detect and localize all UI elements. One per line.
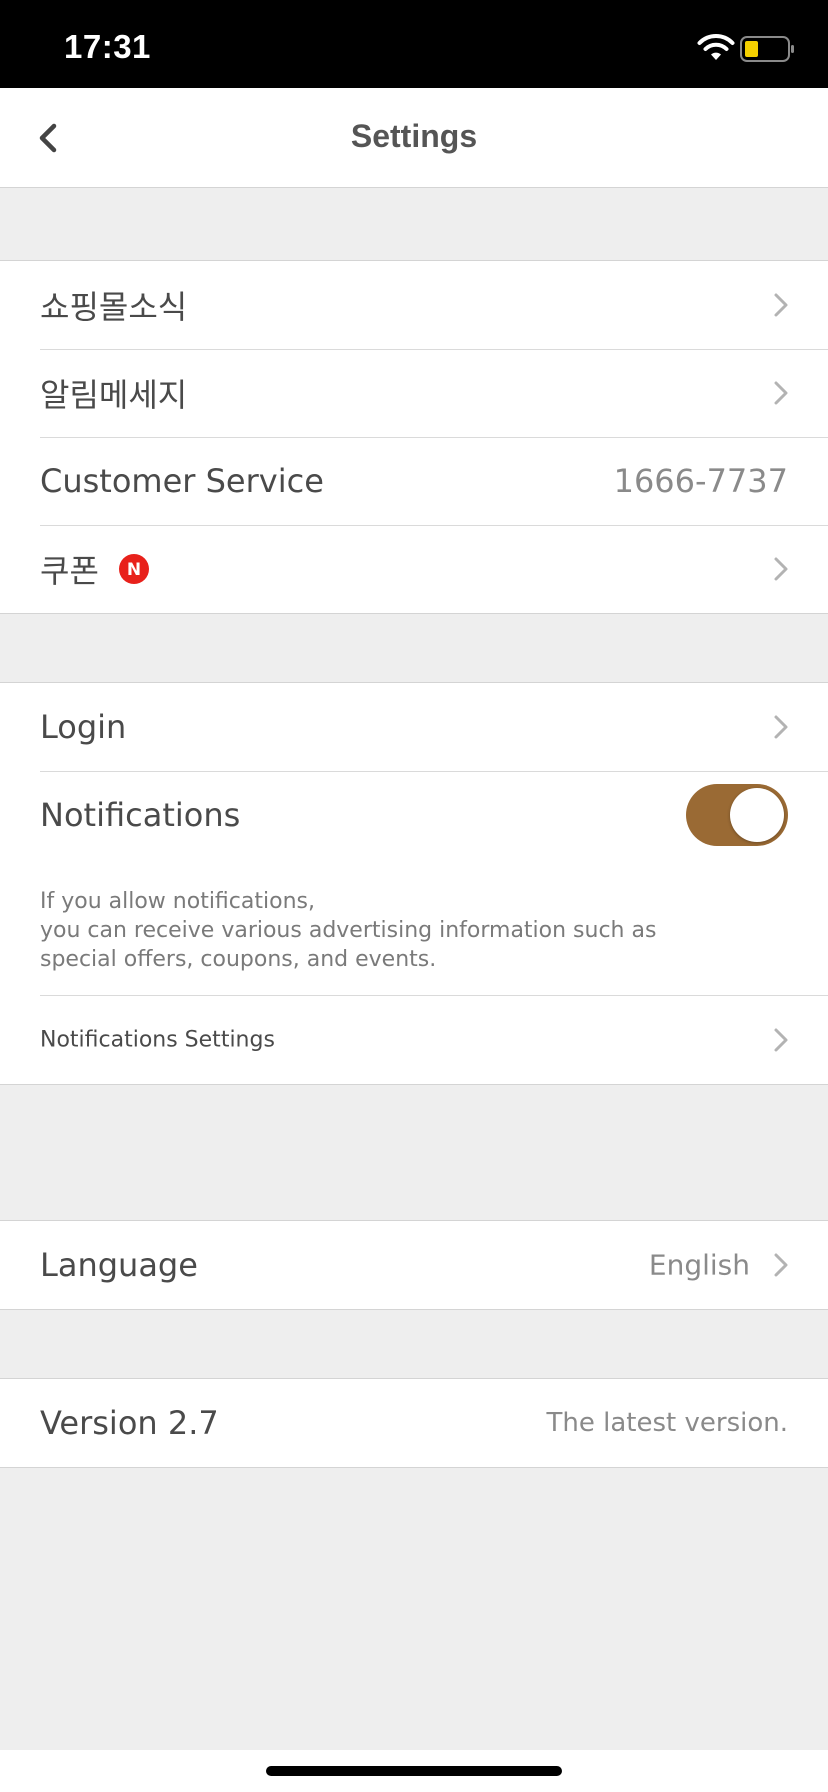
- notifications-toggle[interactable]: [686, 784, 788, 846]
- new-badge-icon: N: [119, 554, 149, 584]
- alert-messages-label: 알림메세지: [40, 376, 188, 414]
- coupon-label: 쿠폰: [40, 552, 99, 590]
- language-value: English: [648, 1248, 750, 1282]
- new-badge-text: N: [127, 560, 141, 580]
- chevron-right-icon: [774, 381, 788, 405]
- chevron-right-icon: [774, 1028, 788, 1052]
- settings-group-version: Version 2.7 The latest version.: [0, 1378, 828, 1468]
- version-label: Version 2.7: [40, 1404, 219, 1442]
- chevron-right-icon: [774, 293, 788, 317]
- notifications-note: If you allow notifications, you can rece…: [0, 859, 828, 996]
- customer-service-label: Customer Service: [40, 462, 324, 500]
- settings-group-shop: 쇼핑몰소식 알림메세지 Customer Service 1666-7737 쿠…: [0, 260, 828, 614]
- notifications-settings-label: Notifications Settings: [40, 1027, 275, 1053]
- customer-service-row[interactable]: Customer Service 1666-7737: [0, 437, 828, 525]
- language-row[interactable]: Language English: [0, 1221, 828, 1309]
- nav-header: Settings: [0, 88, 828, 188]
- settings-group-language: Language English: [0, 1220, 828, 1310]
- wifi-icon: [697, 34, 735, 60]
- language-label: Language: [40, 1246, 198, 1284]
- page-title: Settings: [350, 118, 478, 154]
- notifications-label: Notifications: [40, 796, 241, 834]
- status-time: 17:31: [64, 28, 151, 65]
- note-line: you can receive various advertising info…: [40, 918, 657, 943]
- shop-news-label: 쇼핑몰소식: [40, 288, 188, 326]
- settings-group-account: Login Notifications If you allow notific…: [0, 682, 828, 1085]
- notifications-settings-row[interactable]: Notifications Settings: [0, 996, 828, 1084]
- status-bar: 17:31: [0, 0, 828, 88]
- home-indicator[interactable]: [266, 1766, 562, 1776]
- battery-low-icon: [740, 36, 794, 62]
- note-line: If you allow notifications,: [40, 889, 315, 914]
- customer-service-phone: 1666-7737: [613, 462, 788, 500]
- note-line: special offers, coupons, and events.: [40, 947, 437, 972]
- version-status: The latest version.: [546, 1408, 788, 1438]
- chevron-right-icon: [774, 1253, 788, 1277]
- coupon-row[interactable]: 쿠폰 N: [0, 525, 828, 613]
- chevron-right-icon: [774, 557, 788, 581]
- login-label: Login: [40, 708, 127, 746]
- alert-messages-row[interactable]: 알림메세지: [0, 349, 828, 437]
- version-row: Version 2.7 The latest version.: [0, 1379, 828, 1467]
- notifications-row: Notifications: [0, 771, 828, 859]
- chevron-right-icon: [774, 715, 788, 739]
- toggle-knob: [730, 788, 784, 842]
- shop-news-row[interactable]: 쇼핑몰소식: [0, 261, 828, 349]
- login-row[interactable]: Login: [0, 683, 828, 771]
